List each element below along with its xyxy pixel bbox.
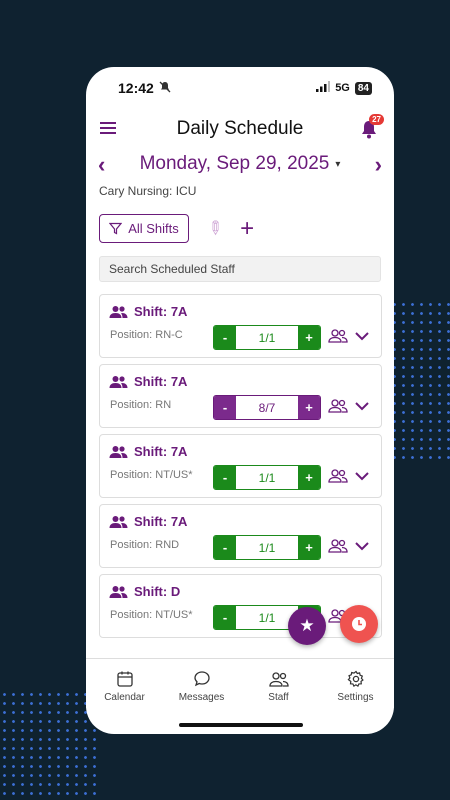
shift-label: Shift: 7A: [134, 514, 188, 529]
group-icon: [109, 375, 128, 388]
decorative-dots-right: [390, 300, 450, 460]
expand-chevron-icon[interactable]: [354, 399, 370, 417]
app-header: Daily Schedule 27: [86, 113, 394, 145]
increment-button[interactable]: +: [298, 466, 320, 489]
expand-chevron-icon[interactable]: [354, 539, 370, 557]
staff-count-value: 8/7: [236, 396, 298, 419]
toolbar: All Shifts ✎ +: [99, 214, 254, 243]
position-label: Position: NT/US*: [110, 609, 193, 621]
time-clock-fab-button[interactable]: [340, 605, 378, 643]
bottom-tab-bar: Calendar Messages Staff Settings: [86, 658, 394, 708]
tab-label: Messages: [178, 692, 225, 703]
status-time: 12:42: [118, 80, 154, 96]
phone-screen: 12:42 5G 84 Daily Schedule 27 ‹ Monday, …: [86, 67, 394, 734]
status-bar: 12:42 5G 84: [86, 67, 394, 109]
decrement-button[interactable]: -: [214, 606, 236, 629]
tab-staff[interactable]: Staff: [240, 659, 317, 708]
shift-label: Shift: 7A: [134, 374, 188, 389]
page-title: Daily Schedule: [176, 118, 304, 139]
assign-staff-icon[interactable]: [328, 328, 348, 349]
favorites-fab-button[interactable]: ★: [288, 607, 326, 645]
unit-label: Cary Nursing: ICU: [99, 184, 197, 198]
hamburger-menu-icon[interactable]: [100, 122, 116, 134]
expand-chevron-icon[interactable]: [354, 329, 370, 347]
decrement-button[interactable]: -: [214, 326, 236, 349]
date-selector[interactable]: Monday, Sep 29, 2025: [140, 153, 330, 175]
shift-label: Shift: 7A: [134, 304, 188, 319]
position-label: Position: RN-C: [110, 329, 183, 341]
tab-label: Calendar: [104, 692, 145, 703]
add-plus-icon[interactable]: +: [240, 216, 254, 241]
decrement-button[interactable]: -: [214, 396, 236, 419]
tab-label: Settings: [337, 692, 374, 703]
position-label: Position: NT/US*: [110, 469, 193, 481]
date-dropdown-caret-icon[interactable]: ▾: [335, 159, 340, 170]
decorative-dots-left: [0, 690, 100, 800]
group-icon: [109, 305, 128, 318]
increment-button[interactable]: +: [298, 536, 320, 559]
notifications-button[interactable]: 27: [358, 114, 384, 142]
filter-icon: [109, 222, 123, 235]
staff-count-stepper: - 1/1 +: [213, 465, 321, 490]
notification-badge: 27: [369, 114, 384, 125]
staff-count-stepper: - 1/1 +: [213, 535, 321, 560]
staff-count-value: 1/1: [236, 466, 298, 489]
position-label: Position: RN: [110, 399, 172, 411]
clock-icon: [352, 617, 366, 631]
assign-staff-icon[interactable]: [328, 398, 348, 419]
edit-pencil-icon[interactable]: ✎: [202, 216, 227, 242]
staff-count-value: 1/1: [236, 536, 298, 559]
increment-button[interactable]: +: [298, 396, 320, 419]
star-icon: ★: [299, 616, 315, 635]
expand-chevron-icon[interactable]: [354, 469, 370, 487]
decrement-button[interactable]: -: [214, 536, 236, 559]
network-type: 5G: [335, 82, 350, 94]
date-navigation: ‹ Monday, Sep 29, 2025 ▾ ›: [86, 147, 394, 181]
position-label: Position: RND: [110, 539, 180, 551]
shift-card[interactable]: Shift: 7A Position: RND - 1/1 +: [99, 504, 382, 568]
group-icon: [109, 585, 128, 598]
staff-count-stepper: - 8/7 +: [213, 395, 321, 420]
tab-label: Staff: [268, 692, 289, 703]
filter-button[interactable]: All Shifts: [99, 214, 189, 243]
battery-level: 84: [354, 81, 372, 95]
tab-messages[interactable]: Messages: [163, 659, 240, 708]
calendar-icon: [116, 671, 133, 687]
shift-card[interactable]: Shift: 7A Position: RN - 8/7 +: [99, 364, 382, 428]
shift-card[interactable]: Shift: 7A Position: NT/US* - 1/1 +: [99, 434, 382, 498]
signal-icon: [316, 81, 331, 95]
search-input[interactable]: Search Scheduled Staff: [99, 256, 381, 282]
staff-count-value: 1/1: [236, 326, 298, 349]
shift-label: Shift: 7A: [134, 444, 188, 459]
shift-label: Shift: D: [134, 584, 181, 599]
decrement-button[interactable]: -: [214, 466, 236, 489]
assign-staff-icon[interactable]: [328, 538, 348, 559]
gear-icon: [347, 670, 364, 687]
previous-day-chevron-icon[interactable]: ‹: [98, 152, 105, 178]
assign-staff-icon[interactable]: [328, 468, 348, 489]
group-icon: [109, 515, 128, 528]
chat-icon: [193, 671, 210, 687]
next-day-chevron-icon[interactable]: ›: [375, 152, 382, 178]
shift-list: Shift: 7A Position: RN-C - 1/1 + Shift: …: [99, 294, 382, 644]
tab-settings[interactable]: Settings: [317, 659, 394, 708]
people-icon: [268, 672, 289, 687]
home-indicator: [179, 723, 303, 727]
mute-icon: [159, 81, 171, 96]
tab-calendar[interactable]: Calendar: [86, 659, 163, 708]
staff-count-stepper: - 1/1 +: [213, 325, 321, 350]
shift-card[interactable]: Shift: 7A Position: RN-C - 1/1 +: [99, 294, 382, 358]
group-icon: [109, 445, 128, 458]
filter-label: All Shifts: [128, 221, 179, 236]
increment-button[interactable]: +: [298, 326, 320, 349]
